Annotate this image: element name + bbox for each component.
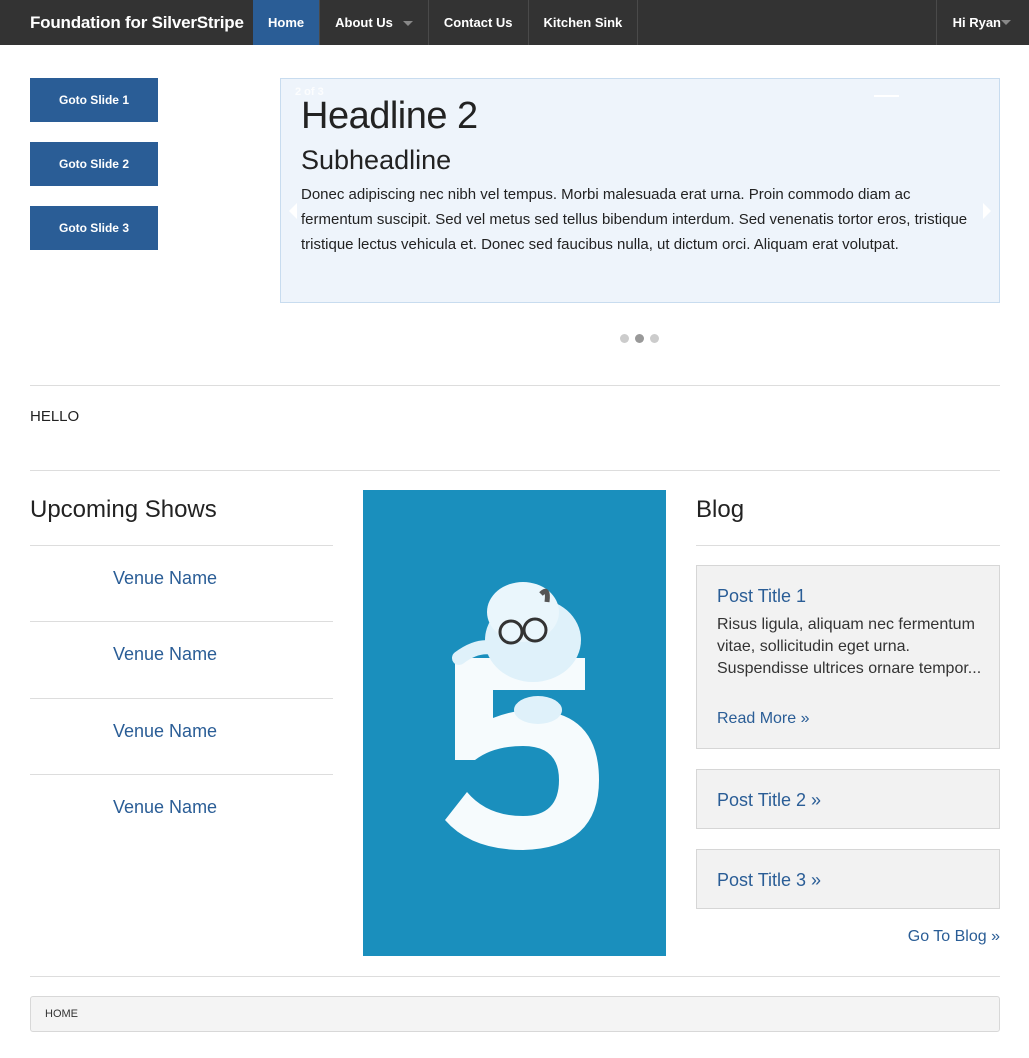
slider-bullets	[620, 334, 659, 343]
divider	[696, 545, 1000, 546]
site-brand[interactable]: Foundation for SilverStripe	[30, 0, 244, 45]
slide-bullet-2[interactable]	[635, 334, 644, 343]
slide-bullet-3[interactable]	[650, 334, 659, 343]
nav-about-us[interactable]: About Us	[319, 0, 428, 45]
main-nav: Home About Us Contact Us Kitchen Sink	[253, 0, 639, 45]
user-menu[interactable]: Hi Ryan	[935, 0, 1029, 45]
venue-link[interactable]: Venue Name	[113, 797, 217, 818]
chevron-down-icon	[1001, 20, 1011, 25]
goto-slide-2-button[interactable]: Goto Slide 2	[30, 142, 158, 186]
yeti-arm	[452, 640, 510, 665]
nav-kitchen-sink[interactable]: Kitchen Sink	[527, 0, 639, 45]
nav-kitchen-sink-label: Kitchen Sink	[543, 15, 623, 30]
show-row: Venue Name	[30, 621, 333, 698]
post-title-link[interactable]: Post Title 1	[717, 586, 806, 607]
nav-contact-us-label: Contact Us	[443, 15, 513, 30]
blog-title: Blog	[696, 496, 745, 523]
post-item: Post Title 3 »	[696, 849, 1000, 909]
featured-post: Post Title 1 Risus ligula, aliquam nec f…	[696, 565, 1000, 749]
number-five-shape	[445, 658, 599, 850]
chevron-down-icon	[402, 21, 413, 27]
go-to-blog-link[interactable]: Go To Blog »	[908, 928, 1000, 946]
slide-headline: Headline 2	[301, 95, 478, 137]
slide-text: Donec adipiscing nec nibh vel tempus. Mo…	[301, 186, 968, 253]
nav-home-label: Home	[268, 15, 305, 30]
post-title-link[interactable]: Post Title 3 »	[717, 870, 821, 891]
show-row: Venue Name	[30, 774, 333, 851]
divider	[30, 976, 1000, 977]
breadcrumb: HOME	[30, 996, 1000, 1032]
venue-link[interactable]: Venue Name	[113, 721, 217, 742]
foundation-5-image	[363, 490, 666, 956]
yeti-five-illustration	[445, 582, 599, 850]
post-item: Post Title 2 »	[696, 769, 1000, 829]
post-title-link[interactable]: Post Title 2 »	[717, 790, 821, 811]
read-more-link[interactable]: Read More »	[717, 710, 810, 728]
slide-bullet-1[interactable]	[620, 334, 629, 343]
prev-arrow-icon[interactable]	[289, 203, 297, 219]
orbit-slider: 2 of 3 Headline 2 Subheadline Donec adip…	[280, 78, 1000, 303]
breadcrumb-home[interactable]: HOME	[45, 1008, 78, 1020]
yeti-feet	[514, 696, 562, 724]
goto-slide-1-button[interactable]: Goto Slide 1	[30, 78, 158, 122]
nav-home[interactable]: Home	[253, 0, 320, 45]
venue-link[interactable]: Venue Name	[113, 644, 217, 665]
user-greeting: Hi Ryan	[952, 15, 1001, 30]
post-excerpt: Risus ligula, aliquam nec fermentum vita…	[717, 616, 982, 677]
divider	[30, 470, 1000, 471]
timer-progress	[874, 95, 899, 97]
top-bar: Foundation for SilverStripe Home About U…	[0, 0, 1029, 45]
slide-subheadline: Subheadline	[301, 145, 452, 175]
nav-about-us-label: About Us	[335, 15, 393, 30]
next-arrow-icon[interactable]	[983, 203, 991, 219]
upcoming-shows-title: Upcoming Shows	[30, 496, 217, 523]
venue-link[interactable]: Venue Name	[113, 568, 217, 589]
hello-text: HELLO	[30, 408, 80, 425]
nav-contact-us[interactable]: Contact Us	[427, 0, 528, 45]
show-row: Venue Name	[30, 698, 333, 775]
divider	[30, 385, 1000, 386]
goto-slide-3-button[interactable]: Goto Slide 3	[30, 206, 158, 250]
show-row: Venue Name	[30, 545, 333, 622]
